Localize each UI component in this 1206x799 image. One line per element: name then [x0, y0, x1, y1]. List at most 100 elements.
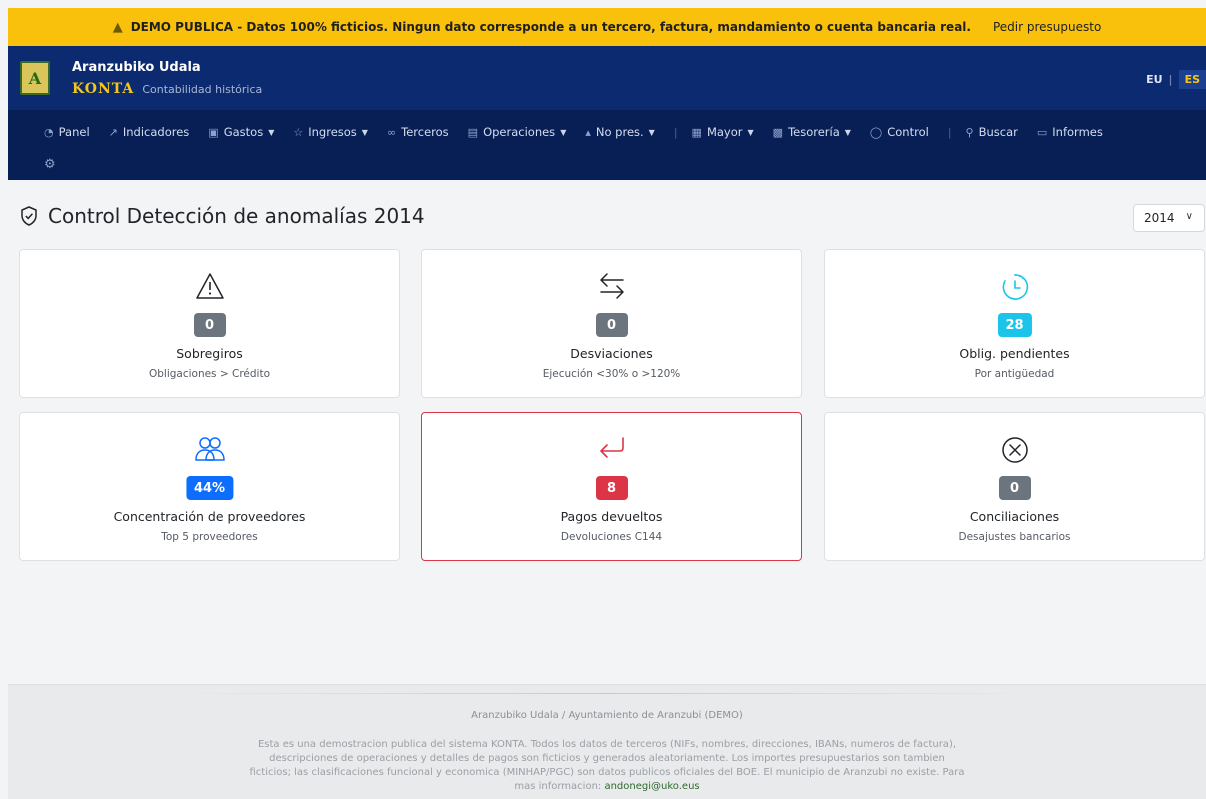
nav-separator: |: [947, 125, 952, 139]
year-select-value: 2014: [1144, 211, 1175, 225]
konta-brand: KONTA: [72, 80, 135, 97]
caret-down-icon: ▼: [648, 127, 655, 137]
nav-operaciones-label: Operaciones: [483, 125, 556, 139]
people-icon: ∞: [386, 125, 397, 139]
card-subtitle: Desajustes bancarios: [958, 531, 1071, 543]
caret-down-icon: ▼: [747, 127, 754, 137]
nav-panel-label: Panel: [58, 125, 90, 139]
safe-icon: ▩: [772, 125, 784, 139]
nav-no-pres-label: No pres.: [595, 125, 644, 139]
language-switcher: EU | ES: [1140, 70, 1206, 89]
status-badge: 0: [595, 313, 628, 337]
dashboard-icon: ◔: [44, 125, 54, 139]
document-icon: ▭: [1036, 125, 1048, 139]
app-subtitle: Contabilidad histórica: [142, 82, 263, 96]
year-select[interactable]: 2014 ∨: [1133, 204, 1205, 232]
brand: Aranzubiko Udala KONTA Contabilidad hist…: [72, 60, 262, 97]
nav-control[interactable]: ◯ Control: [870, 125, 929, 139]
caret-down-icon: ▼: [844, 127, 851, 137]
nav-no-pres[interactable]: ▴ No pres. ▼: [585, 125, 654, 139]
card-subtitle: Por antigüedad: [974, 368, 1055, 380]
nav-buscar-label: Buscar: [978, 125, 1018, 139]
nav-gastos-label: Gastos: [223, 125, 264, 139]
bank-icon: ▴: [585, 125, 591, 139]
lang-es-button[interactable]: ES: [1178, 70, 1206, 89]
card-title: Pagos devueltos: [560, 509, 663, 524]
list-icon: ▤: [467, 125, 479, 139]
card-conciliaciones[interactable]: 0 Conciliaciones Desajustes bancarios: [824, 412, 1205, 561]
caret-down-icon: ▼: [560, 127, 567, 137]
card-concentracion-proveedores[interactable]: 44% Concentración de proveedores Top 5 p…: [19, 412, 400, 561]
chevron-down-icon: ∨: [1185, 211, 1193, 222]
card-pagos-devueltos[interactable]: 8 Pagos devueltos Devoluciones C144: [421, 412, 802, 561]
nav-operaciones[interactable]: ▤ Operaciones ▼: [468, 125, 567, 139]
nav-panel[interactable]: ◔ Panel: [44, 125, 90, 139]
status-badge: 0: [193, 313, 226, 337]
return-arrow-icon: [599, 437, 624, 458]
app-header: A Aranzubiko Udala KONTA Contabilidad hi…: [8, 46, 1206, 110]
card-title: Desviaciones: [570, 346, 653, 361]
nav-mayor[interactable]: ▦ Mayor ▼: [692, 125, 754, 139]
shield-check-icon: [21, 206, 37, 226]
status-badge: 8: [595, 476, 628, 500]
shield-icon: ◯: [869, 125, 883, 139]
nav-terceros-label: Terceros: [401, 125, 449, 139]
card-sobregiros[interactable]: 0 Sobregiros Obligaciones > Crédito: [19, 249, 400, 398]
card-subtitle: Top 5 proveedores: [161, 531, 258, 543]
card-subtitle: Ejecución <30% o >120%: [542, 368, 681, 380]
footer-organization: Aranzubiko Udala / Ayuntamiento de Aranz…: [471, 710, 743, 721]
page-title: Control Detección de anomalías 2014: [20, 204, 425, 228]
status-badge: 44%: [185, 476, 234, 500]
card-title: Concentración de proveedores: [113, 509, 306, 524]
nav-indicadores-label: Indicadores: [122, 125, 190, 139]
demo-banner: ▲ DEMO PUBLICA - Datos 100% ficticios. N…: [8, 8, 1206, 46]
warning-icon: ▲: [112, 19, 123, 35]
nav-tesoreria-label: Tesorería: [788, 125, 840, 139]
clock-icon: [1002, 274, 1028, 300]
footer-email-link[interactable]: andonegi@uko.eus: [604, 781, 699, 792]
arrows-exchange-icon: [599, 273, 624, 299]
caret-down-icon: ▼: [268, 127, 275, 137]
card-title: Sobregiros: [176, 346, 243, 361]
lang-separator: |: [1168, 73, 1173, 86]
main-nav: ◔ Panel ↗ Indicadores ▣ Gastos ▼ ☆ Ingresos ▼ …: [8, 110, 1206, 180]
demo-banner-text: DEMO PUBLICA - Datos 100% ficticios. Nin…: [130, 20, 971, 34]
nav-buscar[interactable]: ⚲ Buscar: [966, 125, 1018, 139]
card-oblig-pendientes[interactable]: 28 Oblig. pendientes Por antigüedad: [824, 249, 1205, 398]
municipality-logo[interactable]: A: [20, 61, 50, 95]
card-title: Oblig. pendientes: [959, 346, 1070, 361]
caret-down-icon: ▼: [361, 127, 368, 137]
footer-divider: [168, 693, 1046, 694]
warning-icon: [195, 273, 224, 299]
card-subtitle: Obligaciones > Crédito: [148, 368, 271, 380]
page-footer: Aranzubiko Udala / Ayuntamiento de Aranz…: [8, 684, 1206, 799]
nav-control-label: Control: [887, 125, 929, 139]
search-icon: ⚲: [965, 125, 974, 139]
chart-line-icon: ↗: [108, 125, 118, 139]
nav-separator: |: [673, 125, 678, 139]
logo-letter: A: [28, 68, 42, 88]
gear-icon[interactable]: ⚙: [44, 157, 56, 172]
footer-disclaimer: Esta es una demostracion publica del sis…: [248, 738, 966, 794]
people-icon: [194, 437, 225, 461]
nav-ingresos-label: Ingresos: [308, 125, 357, 139]
lang-eu-button[interactable]: EU: [1140, 73, 1168, 86]
journal-icon: ▦: [691, 125, 702, 139]
town-name: Aranzubiko Udala: [72, 59, 201, 75]
nav-gastos[interactable]: ▣ Gastos ▼: [208, 125, 274, 139]
page-title-text: Control Detección de anomalías 2014: [48, 204, 425, 228]
x-circle-icon: [1001, 437, 1028, 463]
nav-informes[interactable]: ▭ Informes: [1037, 125, 1103, 139]
nav-terceros[interactable]: ∞ Terceros: [387, 125, 449, 139]
wallet-icon: ▣: [208, 125, 219, 139]
nav-mayor-label: Mayor: [706, 125, 743, 139]
card-desviaciones[interactable]: 0 Desviaciones Ejecución <30% o >120%: [421, 249, 802, 398]
card-subtitle: Devoluciones C144: [560, 531, 663, 543]
app-frame: ▲ DEMO PUBLICA - Datos 100% ficticios. N…: [8, 8, 1206, 799]
card-title: Conciliaciones: [969, 509, 1060, 524]
nav-indicadores[interactable]: ↗ Indicadores: [109, 125, 190, 139]
nav-tesoreria[interactable]: ▩ Tesorería ▼: [773, 125, 851, 139]
piggy-bank-icon: ☆: [293, 125, 304, 139]
nav-ingresos[interactable]: ☆ Ingresos ▼: [293, 125, 368, 139]
request-quote-link[interactable]: Pedir presupuesto: [993, 20, 1101, 34]
